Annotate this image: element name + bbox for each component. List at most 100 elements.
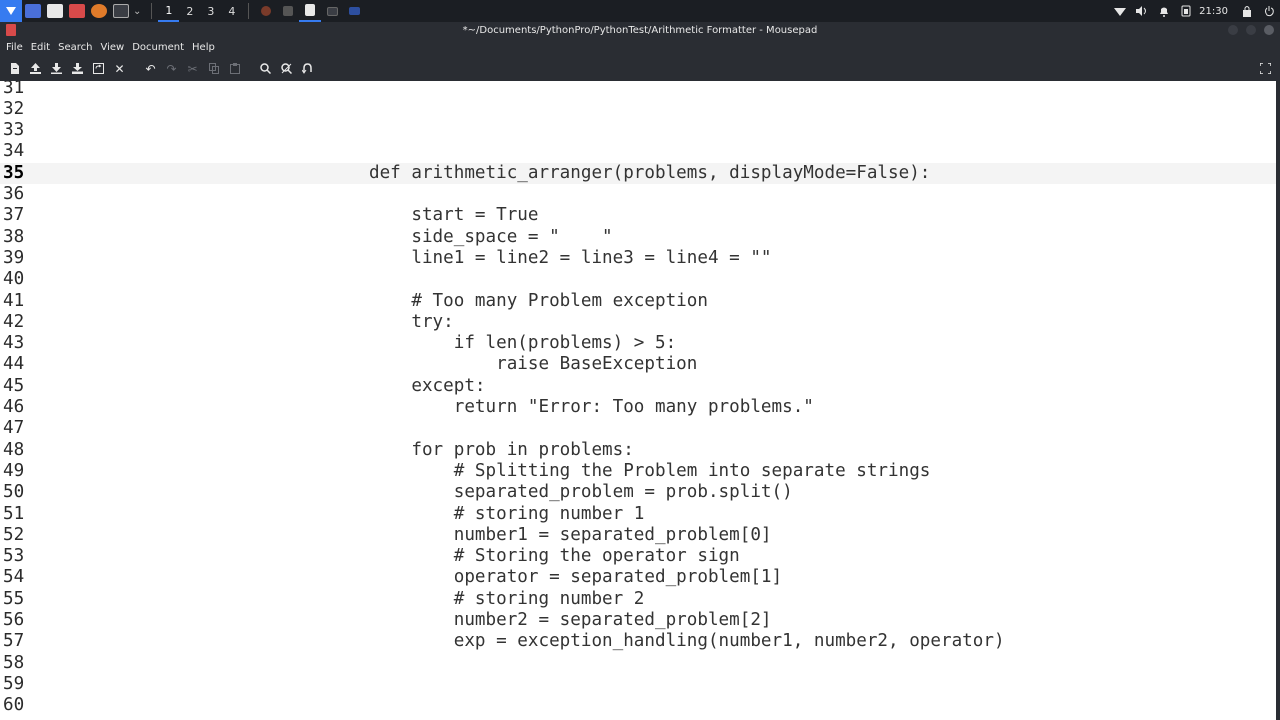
code-line[interactable]: 46 return "Error: Too many problems." bbox=[0, 397, 1276, 418]
code-line[interactable]: 53 # Storing the operator sign bbox=[0, 546, 1276, 567]
line-text[interactable]: operator = separated_problem[1] bbox=[369, 567, 782, 588]
code-line[interactable]: 39 line1 = line2 = line3 = line4 = "" bbox=[0, 248, 1276, 269]
line-text[interactable]: # Storing the operator sign bbox=[369, 546, 740, 567]
find-icon[interactable] bbox=[255, 58, 276, 79]
line-text[interactable]: try: bbox=[369, 312, 453, 333]
terminal-icon[interactable] bbox=[113, 4, 129, 18]
code-line[interactable]: 45 except: bbox=[0, 376, 1276, 397]
code-line[interactable]: 52 number1 = separated_problem[0] bbox=[0, 525, 1276, 546]
volume-icon[interactable] bbox=[1131, 0, 1153, 22]
current-code-line[interactable]: 35 def arithmetic_arranger(problems, disp… bbox=[0, 162, 1276, 184]
code-line[interactable]: 32 bbox=[0, 99, 1276, 120]
close-document-icon[interactable]: ✕ bbox=[109, 58, 130, 79]
line-text[interactable]: separated_problem = prob.split() bbox=[369, 482, 793, 503]
task-settings-icon[interactable] bbox=[277, 0, 299, 22]
line-text[interactable]: for prob in problems: bbox=[369, 440, 633, 461]
code-line[interactable]: 54 operator = separated_problem[1] bbox=[0, 567, 1276, 588]
line-text[interactable]: raise BaseException bbox=[369, 354, 697, 375]
line-text[interactable]: if len(problems) > 5: bbox=[369, 333, 676, 354]
line-text[interactable]: return "Error: Too many problems." bbox=[369, 397, 814, 418]
copy-icon[interactable] bbox=[203, 58, 224, 79]
text-editor-launcher-icon[interactable] bbox=[69, 4, 85, 18]
lock-icon[interactable] bbox=[1236, 0, 1258, 22]
code-line[interactable]: 42 try: bbox=[0, 312, 1276, 333]
workspace-4[interactable]: 4 bbox=[221, 0, 242, 22]
clock[interactable]: 21:30 bbox=[1197, 6, 1236, 17]
code-line[interactable]: 40 bbox=[0, 269, 1276, 290]
line-text[interactable]: number1 = separated_problem[0] bbox=[369, 525, 772, 546]
menu-edit[interactable]: Edit bbox=[27, 42, 54, 53]
undo-icon[interactable]: ↶ bbox=[140, 58, 161, 79]
paste-icon[interactable] bbox=[224, 58, 245, 79]
menu-help[interactable]: Help bbox=[188, 42, 219, 53]
minimize-button[interactable] bbox=[1228, 25, 1238, 35]
save-as-icon[interactable] bbox=[67, 58, 88, 79]
reload-icon[interactable] bbox=[88, 58, 109, 79]
app-menu-icon[interactable] bbox=[0, 0, 22, 22]
cut-icon[interactable]: ✂ bbox=[182, 58, 203, 79]
notifications-icon[interactable] bbox=[1153, 0, 1175, 22]
line-text[interactable]: number2 = separated_problem[2] bbox=[369, 610, 772, 631]
code-line[interactable]: 47 bbox=[0, 418, 1276, 439]
code-line[interactable]: 58 bbox=[0, 653, 1276, 674]
code-line[interactable]: 34 bbox=[0, 141, 1276, 162]
maximize-button[interactable] bbox=[1246, 25, 1256, 35]
new-document-icon[interactable] bbox=[4, 58, 25, 79]
workspace-2[interactable]: 2 bbox=[179, 0, 200, 22]
find-replace-icon[interactable] bbox=[276, 58, 297, 79]
menu-search[interactable]: Search bbox=[54, 42, 96, 53]
redo-icon[interactable]: ↷ bbox=[161, 58, 182, 79]
code-line[interactable]: 48 for prob in problems: bbox=[0, 440, 1276, 461]
logout-icon[interactable] bbox=[1258, 0, 1280, 22]
workspace-1[interactable]: 1 bbox=[158, 0, 180, 22]
menu-view[interactable]: View bbox=[96, 42, 128, 53]
code-line[interactable]: 59 bbox=[0, 674, 1276, 695]
code-line[interactable]: 49 # Splitting the Problem into separate… bbox=[0, 461, 1276, 482]
line-text[interactable]: def arithmetic_arranger(problems, displa… bbox=[369, 163, 930, 184]
code-line[interactable]: 31 bbox=[0, 81, 1276, 99]
task-window-icon[interactable] bbox=[343, 0, 365, 22]
code-line[interactable]: 33 bbox=[0, 120, 1276, 141]
code-line[interactable]: 37 start = True bbox=[0, 205, 1276, 226]
code-line[interactable]: 55 # storing number 2 bbox=[0, 589, 1276, 610]
workspace-3[interactable]: 3 bbox=[200, 0, 221, 22]
line-text[interactable]: line1 = line2 = line3 = line4 = "" bbox=[369, 248, 771, 269]
task-mousepad-icon[interactable] bbox=[299, 0, 322, 22]
firefox-icon[interactable] bbox=[91, 4, 107, 18]
window-titlebar[interactable]: *~/Documents/PythonPro/PythonTest/Arithm… bbox=[0, 22, 1280, 38]
line-number: 57 bbox=[3, 631, 25, 652]
code-line[interactable]: 51 # storing number 1 bbox=[0, 504, 1276, 525]
fullscreen-icon[interactable] bbox=[1258, 61, 1272, 75]
task-firefox-icon[interactable] bbox=[255, 0, 277, 22]
code-line[interactable]: 57 exp = exception_handling(number1, num… bbox=[0, 631, 1276, 652]
task-terminal-icon[interactable] bbox=[321, 0, 343, 22]
line-text[interactable]: # storing number 1 bbox=[369, 504, 645, 525]
line-text[interactable]: start = True bbox=[369, 205, 538, 226]
open-icon[interactable] bbox=[25, 58, 46, 79]
line-text[interactable]: # Too many Problem exception bbox=[369, 291, 708, 312]
line-text[interactable]: exp = exception_handling(number1, number… bbox=[369, 631, 1005, 652]
close-window-button[interactable] bbox=[1264, 25, 1274, 35]
line-text[interactable]: # Splitting the Problem into separate st… bbox=[369, 461, 931, 482]
save-icon[interactable] bbox=[46, 58, 67, 79]
code-line[interactable]: 60 bbox=[0, 695, 1276, 716]
file-manager-icon[interactable] bbox=[47, 4, 63, 18]
menu-document[interactable]: Document bbox=[128, 42, 188, 53]
goto-line-icon[interactable] bbox=[297, 58, 318, 79]
menu-file[interactable]: File bbox=[2, 42, 27, 53]
line-text[interactable]: except: bbox=[369, 376, 485, 397]
line-text[interactable]: # storing number 2 bbox=[369, 589, 645, 610]
code-line[interactable]: 43 if len(problems) > 5: bbox=[0, 333, 1276, 354]
code-line[interactable]: 41 # Too many Problem exception bbox=[0, 291, 1276, 312]
code-line[interactable]: 36 bbox=[0, 184, 1276, 205]
code-line[interactable]: 44 raise BaseException bbox=[0, 354, 1276, 375]
editor-text-area[interactable]: 31 32 33 34 35 def arithmetic_arranger(proble… bbox=[0, 81, 1276, 720]
chevron-down-icon[interactable]: ⌄ bbox=[133, 6, 141, 17]
line-text[interactable]: side_space = " " bbox=[369, 227, 612, 248]
battery-icon[interactable] bbox=[1175, 0, 1197, 22]
desktop-icon[interactable] bbox=[25, 4, 41, 18]
network-icon[interactable] bbox=[1109, 0, 1131, 22]
code-line[interactable]: 50 separated_problem = prob.split() bbox=[0, 482, 1276, 503]
code-line[interactable]: 56 number2 = separated_problem[2] bbox=[0, 610, 1276, 631]
code-line[interactable]: 38 side_space = " " bbox=[0, 227, 1276, 248]
